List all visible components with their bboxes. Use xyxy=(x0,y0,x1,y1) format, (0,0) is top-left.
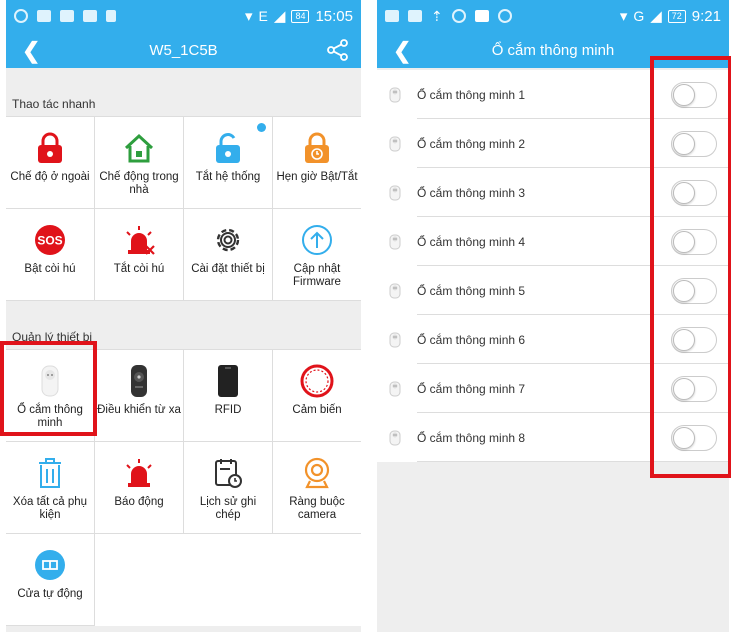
firmware-update-button[interactable]: Cập nhật Firmware xyxy=(273,209,361,301)
svg-text:SOS: SOS xyxy=(37,234,62,248)
sensor-button[interactable]: Cảm biến xyxy=(273,350,361,442)
automatic-door-button[interactable]: Cửa tự động xyxy=(6,534,95,626)
smart-plug-icon xyxy=(389,283,401,298)
plug-name: Ổ cắm thông minh 1 xyxy=(417,87,526,102)
plug-name: Ổ cắm thông minh 7 xyxy=(417,381,526,396)
smart-plug-icon xyxy=(389,234,401,249)
quick-actions-grid: Chế độ ở ngoài Chế động trong nhà Tắt hệ… xyxy=(6,116,361,301)
alarm-button[interactable]: Báo động xyxy=(95,442,184,534)
network-type: G xyxy=(633,8,645,24)
status-bar: ▾ E ◢ 84 15:05 xyxy=(6,0,361,32)
app-bar: ❮ W5_1C5B xyxy=(6,32,361,68)
sos-icon: SOS xyxy=(33,223,67,257)
siren-on-button[interactable]: SOS Bật còi hú xyxy=(6,209,95,301)
history-button[interactable]: Lịch sử ghi chép xyxy=(184,442,273,534)
item-label: Báo động xyxy=(114,496,164,508)
item-label: Tắt hệ thống xyxy=(195,171,261,183)
plug-name: Ổ cắm thông minh 3 xyxy=(417,185,526,200)
network-type: E xyxy=(258,8,268,24)
plug-name: Ổ cắm thông minh 2 xyxy=(417,136,526,151)
signal-icon: ◢ xyxy=(273,8,286,25)
rfid-button[interactable]: RFID xyxy=(184,350,273,442)
eye-status-icon xyxy=(497,9,512,23)
clock: 15:05 xyxy=(315,7,353,25)
item-label: Ràng buộc camera xyxy=(289,496,345,521)
square-status-icon xyxy=(474,10,489,22)
upload-icon xyxy=(300,223,334,257)
camera-icon xyxy=(300,456,334,490)
item-label: Cửa tự động xyxy=(17,588,83,600)
unlock-icon xyxy=(211,131,245,165)
siren-off-button[interactable]: Tắt còi hú xyxy=(95,209,184,301)
smart-plug-icon xyxy=(389,136,401,151)
home-icon xyxy=(122,131,156,165)
trash-icon xyxy=(33,456,67,490)
notification-dot xyxy=(257,123,266,132)
timer-button[interactable]: Hẹn giờ Bật/Tắt xyxy=(273,117,361,209)
item-label: Cài đặt thiết bị xyxy=(191,263,265,275)
smart-plug-icon xyxy=(389,87,401,102)
upload-status-icon: ⇡ xyxy=(431,7,443,24)
rfid-icon xyxy=(211,364,245,398)
signal-icon: ◢ xyxy=(650,8,662,25)
delete-all-accessories-button[interactable]: Xóa tất cả phụ kiện xyxy=(6,442,95,534)
door-icon xyxy=(33,548,67,582)
remote-icon xyxy=(122,364,156,398)
timer-lock-icon xyxy=(300,131,334,165)
item-label: Cập nhật Firmware xyxy=(293,263,341,288)
plug-name: Ổ cắm thông minh 5 xyxy=(417,283,526,298)
alarm-icon xyxy=(122,456,156,490)
siren-off-icon xyxy=(122,223,156,257)
disarm-button[interactable]: Tắt hệ thống xyxy=(184,117,273,209)
smart-plug-icon xyxy=(389,185,401,200)
lock-away-icon xyxy=(33,131,67,165)
sync-status-icon xyxy=(451,9,466,23)
item-label: Xóa tất cả phụ kiện xyxy=(12,496,88,521)
plug-name: Ổ cắm thông minh 8 xyxy=(417,430,526,445)
remote-control-button[interactable]: Điều khiển từ xa xyxy=(95,350,184,442)
wifi-icon: ▾ xyxy=(619,8,628,25)
status-bar: ⇡ ▾ G ◢ 72 9:21 xyxy=(377,0,729,32)
item-label: Lịch sử ghi chép xyxy=(199,496,257,521)
wifi-icon: ▾ xyxy=(245,8,253,25)
smart-plug-icon xyxy=(389,332,401,347)
app-status-icon xyxy=(385,10,399,22)
item-label: RFID xyxy=(214,404,242,416)
back-button[interactable]: ❮ xyxy=(22,38,40,64)
item-label: Cảm biến xyxy=(292,404,342,416)
gear-icon xyxy=(211,223,245,257)
play-status-icon xyxy=(106,10,116,22)
sensor-icon xyxy=(300,364,334,398)
clock: 9:21 xyxy=(691,7,721,25)
left-screen: ▾ E ◢ 84 15:05 ❮ W5_1C5B Thao tác nhanh … xyxy=(6,0,361,632)
item-label: Chế động trong nhà xyxy=(99,171,179,196)
smart-plug-icon xyxy=(389,381,401,396)
image-status-icon xyxy=(408,10,422,22)
toggle-column-highlight xyxy=(650,56,731,478)
plug-name: Ổ cắm thông minh 4 xyxy=(417,234,526,249)
home-mode-button[interactable]: Chế động trong nhà xyxy=(95,117,184,209)
item-label: Hẹn giờ Bật/Tắt xyxy=(276,171,358,183)
battery-level: 84 xyxy=(291,9,310,23)
back-button[interactable]: ❮ xyxy=(393,38,411,64)
battery-level: 72 xyxy=(667,9,686,23)
eye-status-icon xyxy=(14,9,28,23)
device-settings-button[interactable]: Cài đặt thiết bị xyxy=(184,209,273,301)
plug-name: Ổ cắm thông minh 6 xyxy=(417,332,526,347)
page-title: W5_1C5B xyxy=(149,41,218,59)
item-label: Điều khiển từ xa xyxy=(97,404,181,416)
item-label: Tắt còi hú xyxy=(113,263,165,275)
share-icon[interactable] xyxy=(327,39,349,66)
history-icon xyxy=(211,456,245,490)
smart-plug-highlight xyxy=(0,341,97,436)
quick-actions-heading: Thao tác nhanh xyxy=(12,97,96,111)
item-label: Chế độ ở ngoài xyxy=(10,171,90,183)
smart-plug-icon xyxy=(389,430,401,445)
away-mode-button[interactable]: Chế độ ở ngoài xyxy=(6,117,95,209)
image-status-icon xyxy=(60,10,74,22)
message-status-icon xyxy=(37,10,51,22)
camera-binding-button[interactable]: Ràng buộc camera xyxy=(273,442,361,534)
item-label: Bật còi hú xyxy=(24,263,76,275)
app-status-icon xyxy=(83,10,97,22)
